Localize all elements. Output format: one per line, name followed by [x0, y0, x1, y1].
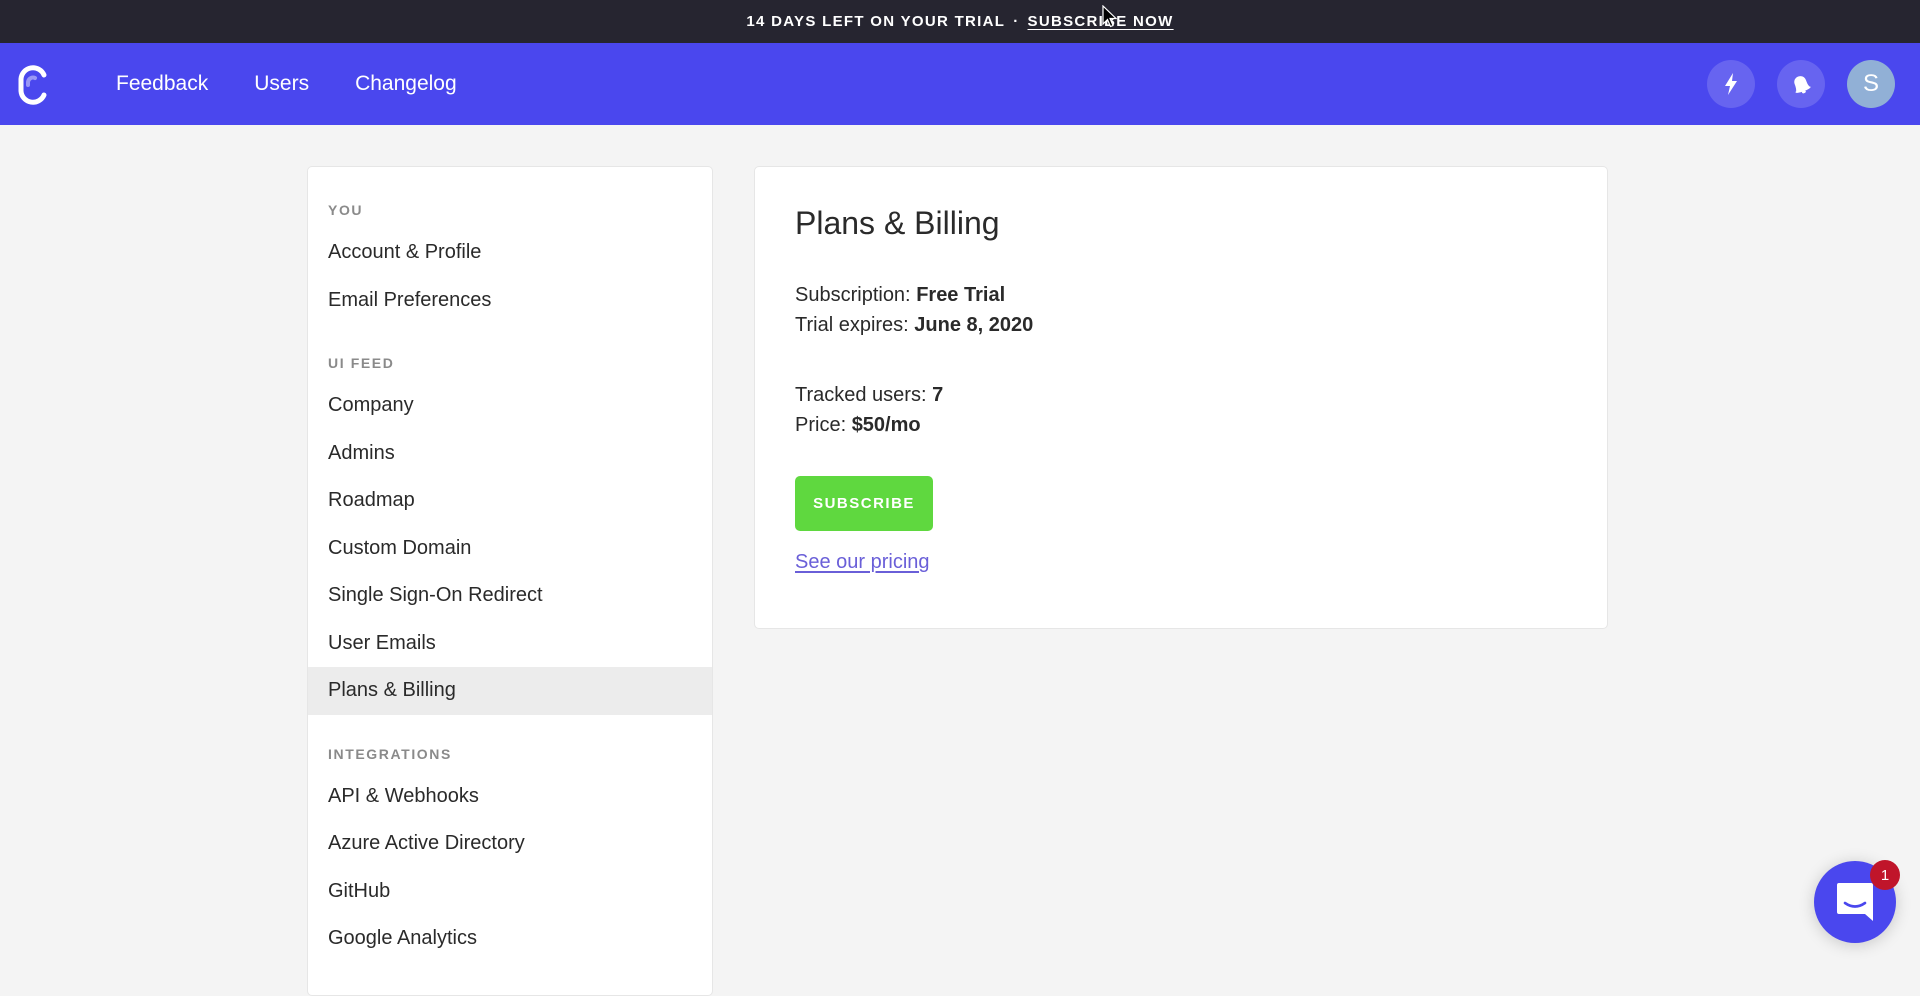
- sidebar-item-google-analytics[interactable]: Google Analytics: [308, 915, 712, 963]
- top-nav: Feedback Users Changelog S: [0, 43, 1920, 125]
- chat-unread-badge: 1: [1870, 860, 1900, 890]
- nav-feedback[interactable]: Feedback: [116, 72, 208, 96]
- price-value: $50/mo: [851, 414, 921, 436]
- bell-icon: [1794, 76, 1811, 94]
- price-label: Price:: [795, 414, 847, 436]
- lightning-icon: [1725, 73, 1737, 95]
- user-avatar[interactable]: S: [1847, 60, 1895, 108]
- see-pricing-link[interactable]: See our pricing: [795, 551, 1567, 574]
- settings-sidebar: YOU Account & Profile Email Preferences …: [307, 166, 713, 996]
- sidebar-item-email-preferences[interactable]: Email Preferences: [308, 277, 712, 325]
- subscription-value: Free Trial: [916, 284, 1006, 306]
- plans-billing-card: Plans & Billing Subscription: Free Trial…: [754, 166, 1608, 629]
- subscription-info: Subscription: Free Trial Trial expires: …: [795, 280, 1567, 340]
- nav-links: Feedback Users Changelog: [116, 43, 503, 125]
- trial-message: 14 DAYS LEFT ON YOUR TRIAL: [746, 13, 1006, 30]
- sidebar-item-plans-billing[interactable]: Plans & Billing: [308, 667, 712, 715]
- price-line: Price: $50/mo: [795, 410, 1567, 440]
- subscription-label: Subscription:: [795, 284, 911, 306]
- activity-button[interactable]: [1707, 60, 1755, 108]
- mouse-cursor-icon: [1102, 5, 1118, 28]
- sidebar-item-sso-redirect[interactable]: Single Sign-On Redirect: [308, 572, 712, 620]
- subscribe-button[interactable]: SUBSCRIBE: [795, 476, 933, 531]
- tracked-users-label: Tracked users:: [795, 384, 927, 406]
- sidebar-item-custom-domain[interactable]: Custom Domain: [308, 525, 712, 573]
- canny-logo-icon[interactable]: [16, 63, 50, 107]
- separator: ·: [1013, 13, 1020, 30]
- nav-users[interactable]: Users: [254, 72, 309, 96]
- page-title: Plans & Billing: [795, 205, 1000, 241]
- subscribe-now-link[interactable]: SUBSCRIBE NOW: [1028, 13, 1174, 30]
- sidebar-item-roadmap[interactable]: Roadmap: [308, 477, 712, 525]
- sidebar-item-api-webhooks[interactable]: API & Webhooks: [308, 773, 712, 821]
- sidebar-item-azure-ad[interactable]: Azure Active Directory: [308, 820, 712, 868]
- tracked-users-value: 7: [932, 384, 944, 406]
- sidebar-item-user-emails[interactable]: User Emails: [308, 620, 712, 668]
- sidebar-item-company[interactable]: Company: [308, 382, 712, 430]
- trial-banner: 14 DAYS LEFT ON YOUR TRIAL · SUBSCRIBE N…: [0, 0, 1920, 43]
- section-label-integrations: INTEGRATIONS: [328, 745, 452, 762]
- subscription-line: Subscription: Free Trial: [795, 280, 1567, 310]
- usage-info: Tracked users: 7 Price: $50/mo: [795, 380, 1567, 440]
- chat-bubble-icon: [1837, 883, 1873, 921]
- sidebar-item-github[interactable]: GitHub: [308, 868, 712, 916]
- nav-changelog[interactable]: Changelog: [355, 72, 457, 96]
- notifications-button[interactable]: [1777, 60, 1825, 108]
- section-label-you: YOU: [328, 202, 364, 218]
- trial-expires-label: Trial expires:: [795, 314, 909, 336]
- trial-expires-line: Trial expires: June 8, 2020: [795, 310, 1567, 340]
- sidebar-item-admins[interactable]: Admins: [308, 430, 712, 478]
- tracked-users-line: Tracked users: 7: [795, 380, 1567, 410]
- sidebar-item-account-profile[interactable]: Account & Profile: [308, 229, 712, 277]
- trial-expires-value: June 8, 2020: [914, 314, 1034, 336]
- nav-actions: S: [1707, 60, 1895, 108]
- section-label-ui-feed: UI FEED: [328, 355, 395, 371]
